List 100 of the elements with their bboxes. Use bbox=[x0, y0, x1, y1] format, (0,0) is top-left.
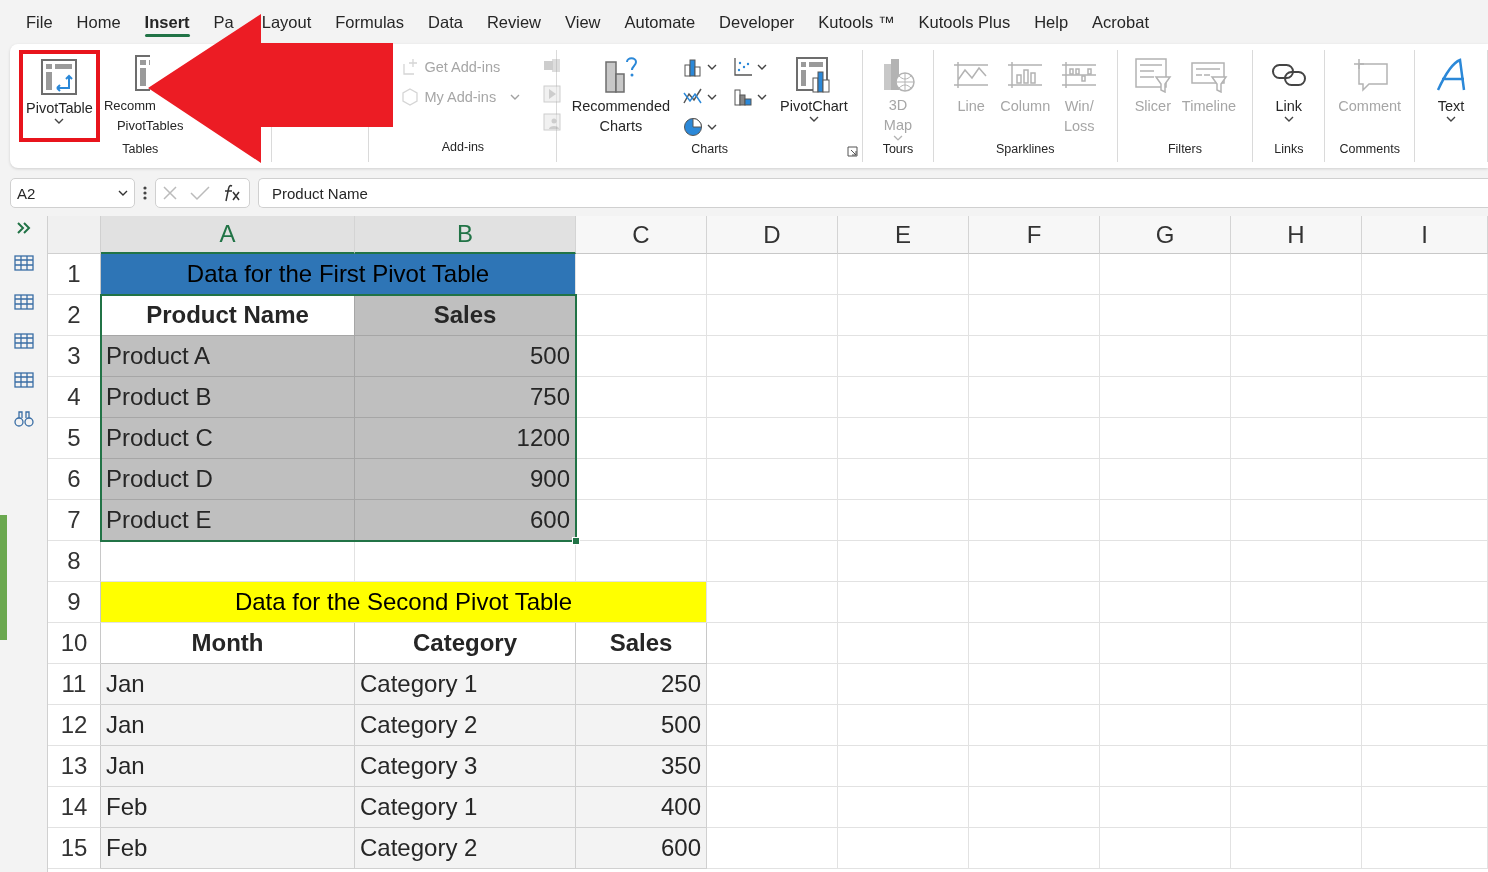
menu-tab[interactable]: Insert bbox=[132, 5, 202, 39]
empty-cell[interactable] bbox=[1100, 459, 1231, 500]
empty-cell[interactable] bbox=[1231, 705, 1362, 746]
check-icon[interactable] bbox=[190, 185, 211, 201]
table-cell[interactable]: Product C bbox=[101, 418, 355, 459]
row-header[interactable]: 1 bbox=[48, 254, 101, 295]
table-cell[interactable]: 600 bbox=[355, 500, 576, 541]
table-cell[interactable]: Category 1 bbox=[355, 664, 576, 705]
empty-cell[interactable] bbox=[1362, 582, 1488, 623]
empty-cell[interactable] bbox=[1100, 746, 1231, 787]
empty-cell[interactable] bbox=[969, 377, 1100, 418]
empty-cell[interactable] bbox=[1100, 787, 1231, 828]
empty-cell[interactable] bbox=[838, 582, 969, 623]
empty-cell[interactable] bbox=[1231, 828, 1362, 869]
cancel-icon[interactable] bbox=[162, 185, 179, 201]
empty-cell[interactable] bbox=[969, 541, 1100, 582]
binoculars-icon[interactable] bbox=[12, 409, 35, 429]
empty-cell[interactable] bbox=[838, 664, 969, 705]
table-cell[interactable]: Jan bbox=[101, 705, 355, 746]
menu-tab[interactable]: Layout bbox=[261, 12, 324, 32]
empty-cell[interactable] bbox=[1231, 787, 1362, 828]
empty-cell[interactable] bbox=[707, 336, 838, 377]
empty-cell[interactable] bbox=[838, 254, 969, 295]
empty-cell[interactable] bbox=[1231, 459, 1362, 500]
select-all-corner[interactable] bbox=[48, 216, 101, 254]
ribbon-button-label[interactable]: PivotTables bbox=[116, 116, 184, 136]
ribbon-button[interactable]: Link bbox=[1266, 50, 1311, 142]
column-header[interactable]: I bbox=[1362, 216, 1488, 254]
formula-field[interactable]: Product Name bbox=[258, 178, 1488, 208]
column-header[interactable]: B bbox=[355, 216, 576, 254]
empty-cell[interactable] bbox=[838, 787, 969, 828]
empty-cell[interactable] bbox=[1362, 254, 1488, 295]
empty-cell[interactable] bbox=[1100, 254, 1231, 295]
empty-cell[interactable] bbox=[1100, 541, 1231, 582]
empty-cell[interactable] bbox=[1100, 623, 1231, 664]
empty-cell[interactable] bbox=[1231, 254, 1362, 295]
menu-tab[interactable]: Formulas bbox=[323, 5, 417, 39]
pivot-table-button[interactable]: PivotTable bbox=[19, 50, 100, 142]
table-icon[interactable] bbox=[133, 54, 150, 92]
row-header[interactable]: 11 bbox=[48, 664, 101, 705]
table-cell[interactable]: Product B bbox=[101, 377, 355, 418]
empty-cell[interactable] bbox=[969, 664, 1100, 705]
column-heading[interactable]: Month bbox=[101, 623, 355, 664]
table-cell[interactable]: 600 bbox=[576, 828, 707, 869]
table-cell[interactable]: Category 3 bbox=[355, 746, 576, 787]
empty-cell[interactable] bbox=[838, 500, 969, 541]
empty-cell[interactable] bbox=[1362, 828, 1488, 869]
expand-icon[interactable] bbox=[16, 222, 31, 234]
menu-tab[interactable]: View bbox=[553, 5, 613, 39]
empty-cell[interactable] bbox=[969, 500, 1100, 541]
menu-tab[interactable]: Automate bbox=[612, 5, 708, 39]
empty-cell[interactable] bbox=[969, 295, 1100, 336]
column-header[interactable]: C bbox=[576, 216, 707, 254]
empty-cell[interactable] bbox=[838, 623, 969, 664]
row-header[interactable]: 10 bbox=[48, 623, 101, 664]
empty-cell[interactable] bbox=[1231, 418, 1362, 459]
empty-cell[interactable] bbox=[1231, 746, 1362, 787]
empty-cell[interactable] bbox=[707, 459, 838, 500]
dialog-launcher-icon[interactable] bbox=[846, 146, 858, 157]
menu-tab[interactable]: Developer bbox=[707, 5, 807, 39]
empty-cell[interactable] bbox=[1362, 500, 1488, 541]
ribbon-button[interactable]: PivotChart bbox=[777, 50, 851, 142]
empty-cell[interactable] bbox=[838, 418, 969, 459]
table-cell[interactable]: 500 bbox=[355, 336, 576, 377]
column-heading[interactable]: Sales bbox=[355, 295, 576, 336]
empty-cell[interactable] bbox=[1231, 541, 1362, 582]
empty-cell[interactable] bbox=[1100, 336, 1231, 377]
empty-cell[interactable] bbox=[707, 254, 838, 295]
empty-cell[interactable] bbox=[969, 705, 1100, 746]
menu-tab[interactable]: Review bbox=[474, 5, 553, 39]
empty-cell[interactable] bbox=[1362, 459, 1488, 500]
column-heading[interactable]: Sales bbox=[576, 623, 707, 664]
column-heading[interactable]: Category bbox=[355, 623, 576, 664]
row-header[interactable]: 13 bbox=[48, 746, 101, 787]
table-cell[interactable]: Category 1 bbox=[355, 787, 576, 828]
table-cell[interactable]: 350 bbox=[576, 746, 707, 787]
table-cell[interactable]: Feb bbox=[101, 828, 355, 869]
empty-cell[interactable] bbox=[707, 418, 838, 459]
table-cell[interactable]: 750 bbox=[355, 377, 576, 418]
table-cell[interactable]: Category 2 bbox=[355, 828, 576, 869]
empty-cell[interactable] bbox=[1100, 828, 1231, 869]
menu-tab[interactable]: Help bbox=[1022, 5, 1081, 39]
table-cell[interactable]: Jan bbox=[101, 664, 355, 705]
empty-cell[interactable] bbox=[1100, 500, 1231, 541]
empty-cell[interactable] bbox=[707, 541, 838, 582]
column-header[interactable]: A bbox=[101, 216, 355, 254]
menu-tab[interactable]: Kutools Plus bbox=[906, 5, 1023, 39]
empty-cell[interactable] bbox=[1100, 377, 1231, 418]
row-header[interactable]: 9 bbox=[48, 582, 101, 623]
empty-cell[interactable] bbox=[838, 295, 969, 336]
table-cell[interactable]: Category 2 bbox=[355, 705, 576, 746]
empty-cell[interactable] bbox=[969, 787, 1100, 828]
column-header[interactable]: E bbox=[838, 216, 969, 254]
function-icon[interactable] bbox=[222, 183, 243, 203]
empty-cell[interactable] bbox=[1362, 377, 1488, 418]
table-cell[interactable]: Jan bbox=[101, 746, 355, 787]
empty-cell[interactable] bbox=[1362, 664, 1488, 705]
empty-cell[interactable] bbox=[1362, 623, 1488, 664]
table-cell[interactable]: 500 bbox=[576, 705, 707, 746]
table-icon[interactable] bbox=[12, 253, 35, 273]
